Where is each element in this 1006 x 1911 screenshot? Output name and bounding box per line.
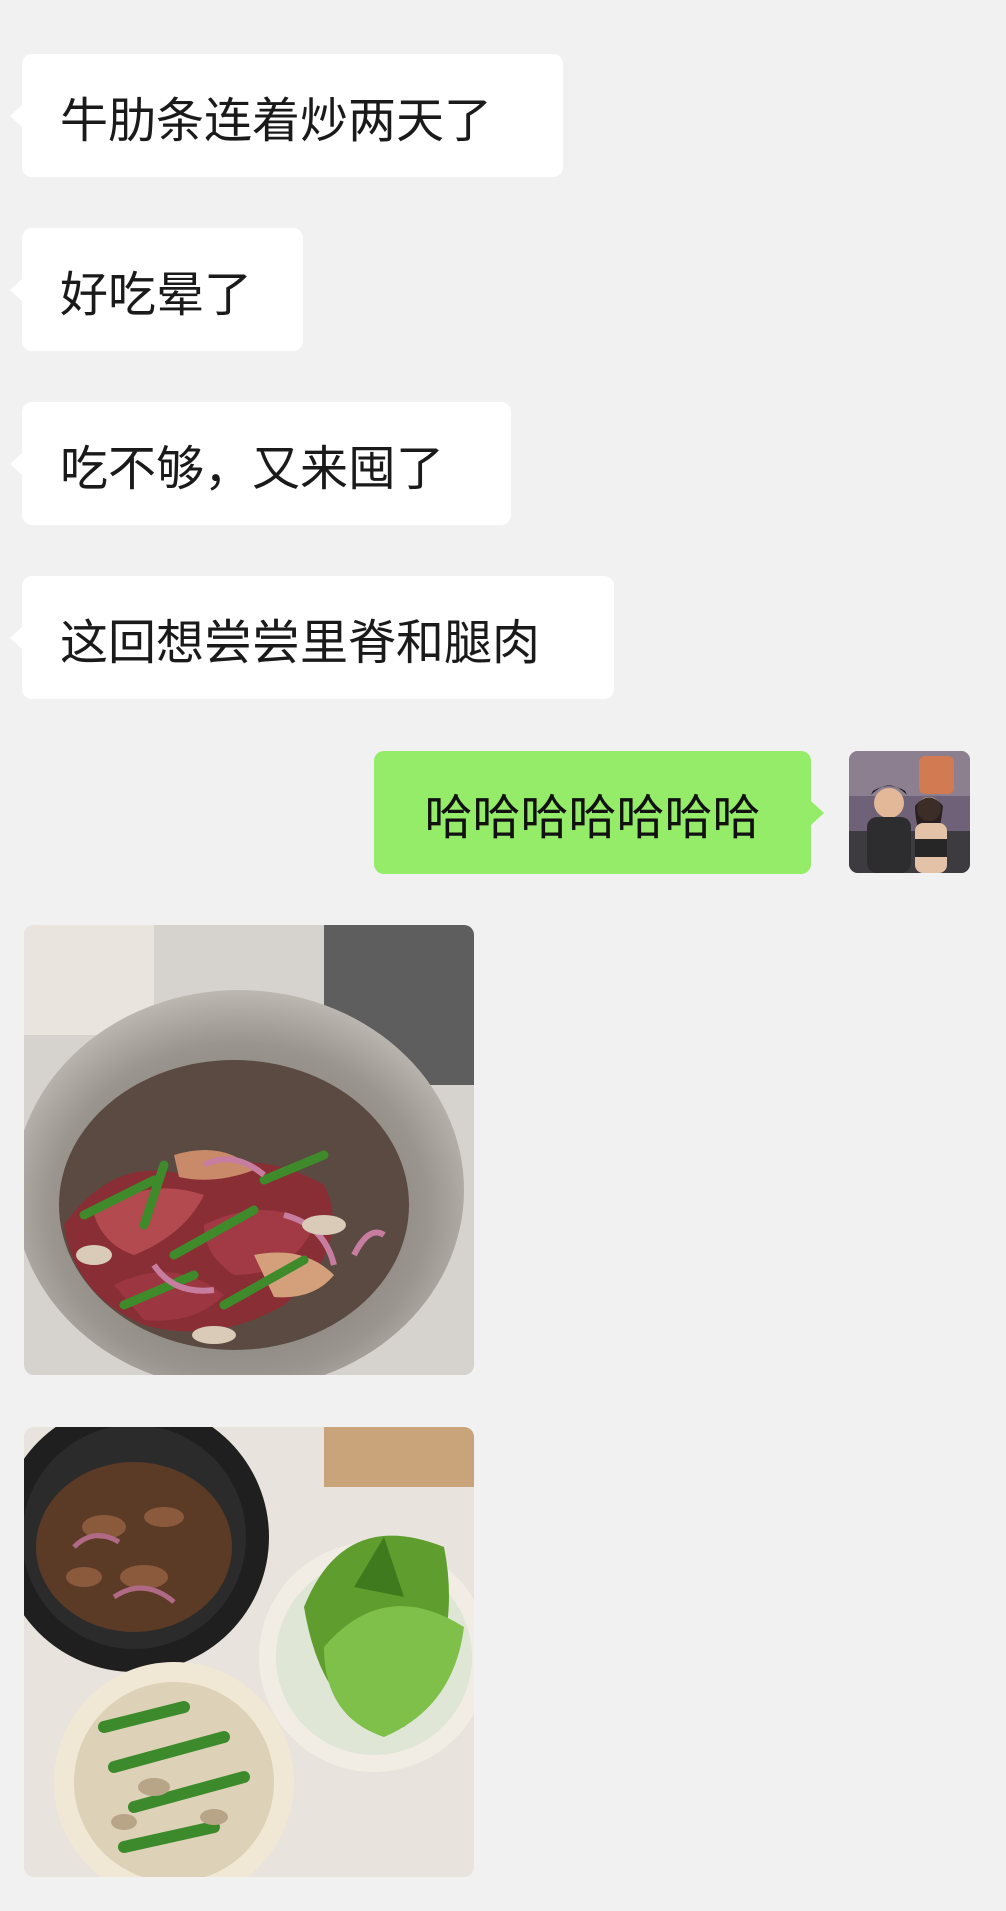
message-bubble-incoming[interactable]: 吃不够，又来囤了 [10,402,511,525]
beef-lettuce-okra-photo [24,1427,474,1877]
message-text: 牛肋条连着炒两天了 [60,92,493,149]
message-text: 吃不够，又来囤了 [60,440,445,497]
avatar-image [849,751,970,873]
photo-message[interactable] [24,925,474,1375]
message-text: 好吃晕了 [60,266,253,323]
user-avatar[interactable] [849,751,970,873]
stir-fry-beef-photo [24,925,474,1375]
message-bubble-outgoing[interactable]: 哈哈哈哈哈哈哈 [374,751,824,874]
message-text: 这回想尝尝里脊和腿肉 [60,614,541,671]
message-text: 哈哈哈哈哈哈哈 [424,789,761,846]
message-bubble-incoming[interactable]: 牛肋条连着炒两天了 [10,54,563,177]
photo-message[interactable] [24,1427,474,1877]
message-bubble-incoming[interactable]: 这回想尝尝里脊和腿肉 [10,576,614,699]
chat-window[interactable]: 牛肋条连着炒两天了 好吃晕了 吃不够，又来囤了 这回想尝尝里脊和腿肉 哈哈哈哈哈… [0,0,1006,1911]
message-bubble-incoming[interactable]: 好吃晕了 [10,228,303,351]
